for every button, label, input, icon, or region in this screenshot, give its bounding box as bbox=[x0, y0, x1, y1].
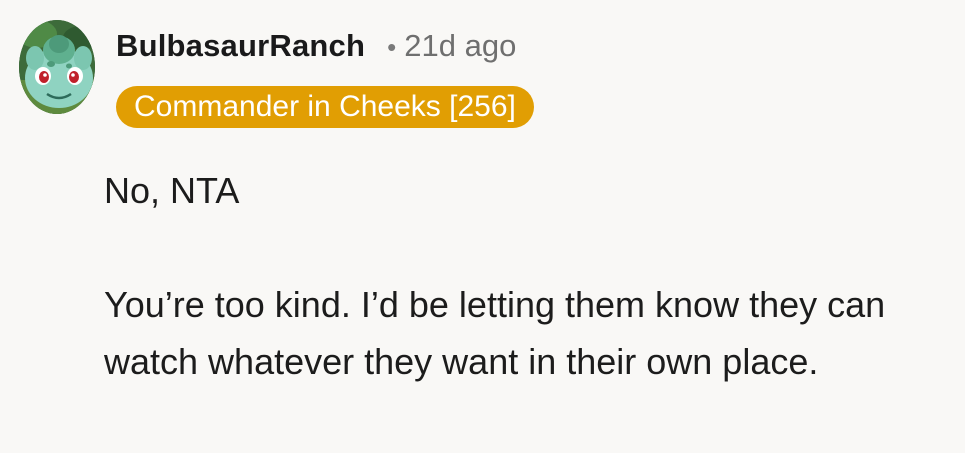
bulbasaur-avatar-icon bbox=[19, 20, 95, 114]
user-flair-badge: Commander in Cheeks [256] bbox=[116, 86, 534, 128]
comment-paragraph: You’re too kind. I’d be letting them kno… bbox=[104, 284, 886, 382]
comment-body: No, NTA You’re too kind. I’d be letting … bbox=[104, 162, 954, 390]
user-avatar[interactable] bbox=[19, 20, 95, 114]
username-link[interactable]: BulbasaurRanch bbox=[116, 28, 365, 64]
separator-dot: • bbox=[387, 32, 397, 62]
comment-paragraph: No, NTA bbox=[104, 170, 240, 211]
comment-timestamp[interactable]: 21d ago bbox=[404, 28, 516, 64]
comment: BulbasaurRanch • 21d ago Commander in Ch… bbox=[0, 0, 965, 453]
comment-header: BulbasaurRanch • 21d ago bbox=[116, 28, 516, 64]
